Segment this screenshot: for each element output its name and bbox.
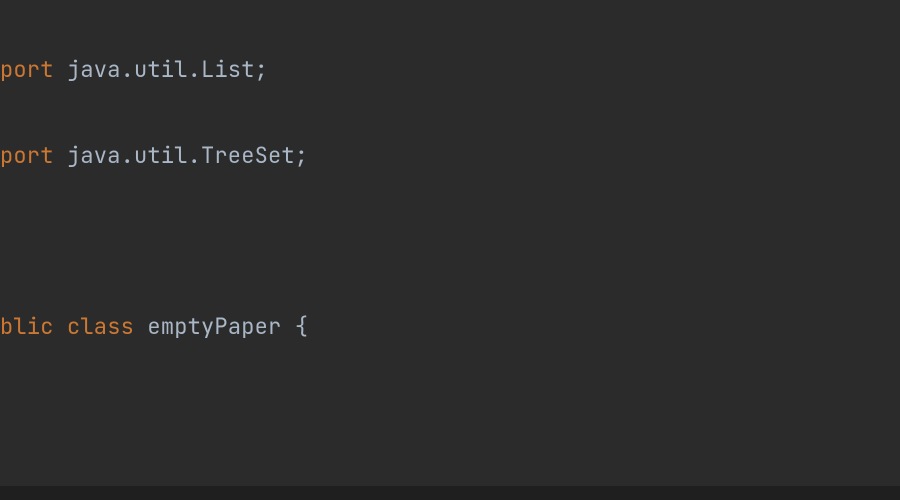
code-line: port java.util.TreeSet; [0,135,900,178]
code-line: blic class emptyPaper { [0,306,900,349]
editor-footer-bar [0,486,900,500]
code-text: java.util.List; [54,55,268,84]
code-editor[interactable]: port java.util.List; port java.util.Tree… [0,0,900,500]
keyword-import: port [0,141,54,170]
keyword-class: class [54,312,134,341]
code-line-blank [0,392,900,435]
keyword-public: blic [0,312,54,341]
code-line-blank [0,220,900,263]
code-line: port java.util.List; [0,49,900,92]
keyword-import: port [0,55,54,84]
code-text: java.util.TreeSet; [54,141,309,170]
class-name: emptyPaper { [134,312,308,341]
